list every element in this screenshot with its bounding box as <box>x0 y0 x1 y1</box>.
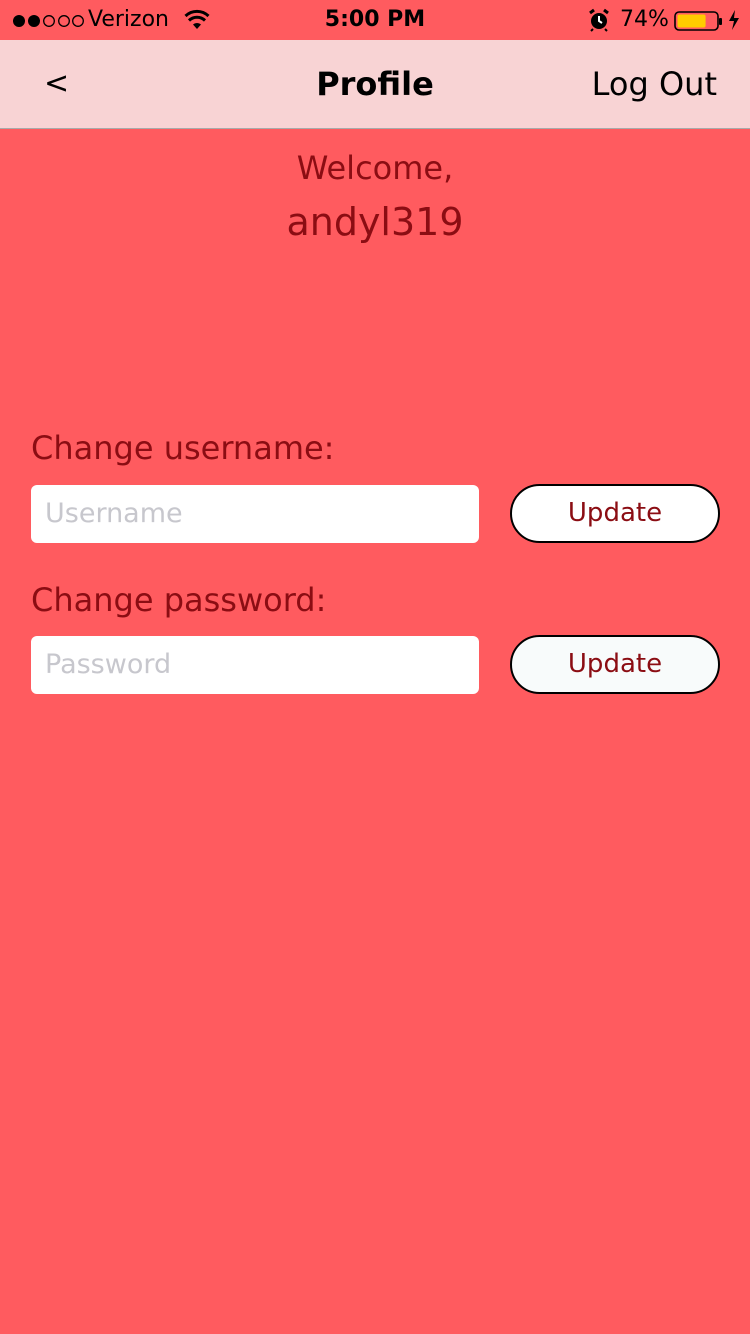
update-username-button[interactable]: Update <box>510 484 720 543</box>
profile-screen: Verizon 5:00 PM 74% < Profile Log Out We… <box>0 0 750 1334</box>
change-username-label: Change username: <box>31 429 335 467</box>
battery-percentage: 74% <box>620 7 669 32</box>
password-input[interactable] <box>31 636 479 694</box>
charging-bolt-icon <box>729 10 739 30</box>
update-password-button[interactable]: Update <box>510 635 720 694</box>
status-bar: Verizon 5:00 PM 74% <box>0 0 750 40</box>
welcome-text: Welcome, <box>296 149 454 187</box>
battery-icon <box>674 11 722 31</box>
navigation-bar: < Profile Log Out <box>0 40 750 129</box>
alarm-icon <box>589 8 609 32</box>
current-username: andyl319 <box>286 200 464 244</box>
change-password-label: Change password: <box>31 581 327 619</box>
battery-level-fill <box>677 14 706 28</box>
username-input[interactable] <box>31 485 479 543</box>
logout-button[interactable]: Log Out <box>592 62 717 106</box>
